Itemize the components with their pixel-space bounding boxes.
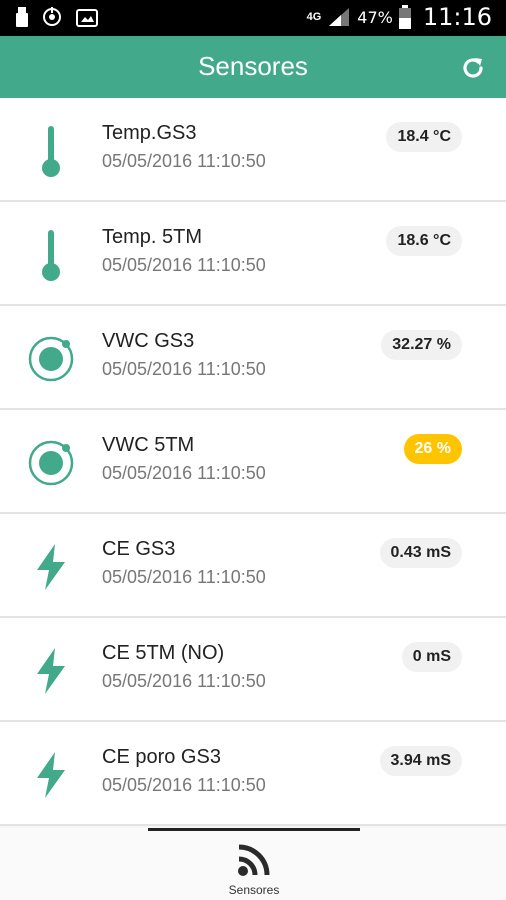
tab-label: Sensores bbox=[228, 883, 280, 897]
sensor-timestamp: 05/05/2016 11:10:50 bbox=[102, 775, 266, 795]
signal-icon bbox=[329, 8, 350, 26]
lightning-icon bbox=[24, 748, 78, 802]
app-bar: Sensores bbox=[0, 36, 506, 98]
sensor-timestamp: 05/05/2016 11:10:50 bbox=[102, 463, 266, 483]
sensor-timestamp: 05/05/2016 11:10:50 bbox=[102, 671, 266, 691]
battery-icon bbox=[398, 5, 411, 29]
usb-icon bbox=[16, 7, 28, 27]
tab-sensores[interactable]: Sensores bbox=[148, 828, 360, 900]
network-type: 4G bbox=[306, 10, 322, 23]
screenshot-icon bbox=[76, 9, 98, 27]
status-bar: 4G 47% 11:16 bbox=[0, 0, 506, 36]
sensor-list: Temp.GS3 05/05/2016 11:10:50 18.4 °C Tem… bbox=[0, 98, 506, 826]
lightning-icon bbox=[24, 540, 78, 594]
sensor-timestamp: 05/05/2016 11:10:50 bbox=[102, 151, 266, 171]
sensor-value-badge: 18.6 °C bbox=[386, 226, 462, 256]
sensor-name: Temp. 5TM bbox=[102, 226, 203, 248]
refresh-button[interactable] bbox=[458, 53, 488, 83]
sensor-value-badge: 32.27 % bbox=[381, 330, 462, 360]
thermometer-icon bbox=[24, 228, 78, 282]
sensor-timestamp: 05/05/2016 11:10:50 bbox=[102, 567, 266, 587]
rss-icon bbox=[238, 844, 270, 876]
page-title: Sensores bbox=[198, 51, 308, 81]
sensor-row[interactable]: VWC GS3 05/05/2016 11:10:50 32.27 % bbox=[0, 306, 506, 410]
sensor-value-badge: 0 mS bbox=[401, 642, 462, 672]
sensor-name: CE poro GS3 bbox=[102, 746, 221, 768]
sync-icon bbox=[43, 7, 61, 26]
bottom-nav: Sensores bbox=[0, 828, 506, 900]
sensor-row[interactable]: CE GS3 05/05/2016 11:10:50 0.43 mS bbox=[0, 514, 506, 618]
battery-percent: 47% bbox=[357, 7, 393, 27]
sensor-timestamp: 05/05/2016 11:10:50 bbox=[102, 359, 266, 379]
sensor-row[interactable]: CE poro GS3 05/05/2016 11:10:50 3.94 mS bbox=[0, 722, 506, 826]
sensor-timestamp: 05/05/2016 11:10:50 bbox=[102, 255, 266, 275]
sensor-row[interactable]: Temp. 5TM 05/05/2016 11:10:50 18.6 °C bbox=[0, 202, 506, 306]
sensor-name: CE 5TM (NO) bbox=[102, 642, 225, 664]
water-drop-ring-icon bbox=[24, 436, 78, 490]
lightning-icon bbox=[24, 644, 78, 698]
sensor-row[interactable]: VWC 5TM 05/05/2016 11:10:50 26 % bbox=[0, 410, 506, 514]
sensor-name: CE GS3 bbox=[102, 538, 176, 560]
sensor-value-badge: 0.43 mS bbox=[379, 538, 462, 568]
refresh-icon bbox=[463, 58, 483, 78]
sensor-name: VWC GS3 bbox=[102, 330, 195, 352]
sensor-row[interactable]: CE 5TM (NO) 05/05/2016 11:10:50 0 mS bbox=[0, 618, 506, 722]
water-drop-ring-icon bbox=[24, 332, 78, 386]
clock: 11:16 bbox=[422, 3, 492, 31]
sensor-row[interactable]: Temp.GS3 05/05/2016 11:10:50 18.4 °C bbox=[0, 98, 506, 202]
sensor-name: VWC 5TM bbox=[102, 434, 195, 456]
sensor-value-badge: 3.94 mS bbox=[379, 746, 462, 776]
sensor-name: Temp.GS3 bbox=[102, 122, 197, 144]
sensor-value-badge-warning: 26 % bbox=[403, 434, 462, 464]
thermometer-icon bbox=[24, 124, 78, 178]
sensor-value-badge: 18.4 °C bbox=[386, 122, 462, 152]
